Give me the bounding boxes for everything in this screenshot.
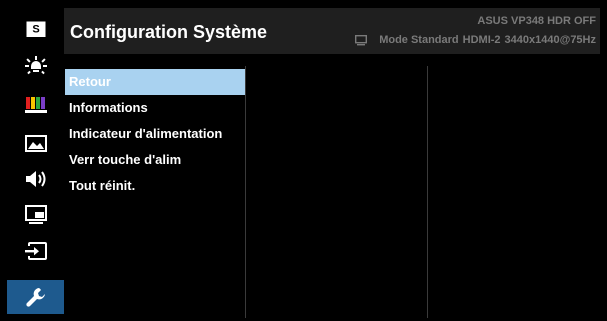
sidebar-item-pip[interactable] <box>7 198 64 232</box>
svg-text:S: S <box>32 23 39 35</box>
s-badge-icon: S <box>26 21 45 37</box>
speaker-icon <box>25 171 45 187</box>
column-divider <box>245 66 246 318</box>
status-line: Mode Standard HDMI-2 3440x1440@75Hz <box>355 34 596 46</box>
model-label: ASUS VP348 HDR OFF <box>477 15 596 27</box>
sidebar-item-blue-light[interactable] <box>7 50 64 84</box>
mode-label: Mode Standard <box>379 34 459 46</box>
wrench-icon <box>25 288 45 307</box>
menu-item-power-key-lock[interactable]: Verr touche d'alim <box>65 147 245 173</box>
osd-header: Configuration Système ASUS VP348 HDR OFF… <box>64 8 600 54</box>
sidebar-item-input[interactable] <box>7 234 64 268</box>
menu-item-reset-all[interactable]: Tout réinit. <box>65 173 245 199</box>
column-divider <box>427 66 428 318</box>
submenu-list: Retour Informations Indicateur d'aliment… <box>65 69 245 199</box>
sidebar-item-system-setup[interactable] <box>7 280 64 314</box>
input-label: HDMI-2 <box>462 34 501 46</box>
menu-item-retour[interactable]: Retour <box>65 69 245 95</box>
pip-icon <box>24 205 47 224</box>
brightness-icon <box>24 56 47 75</box>
osd-window: S Configuration Système ASUS VP348 HDR O… <box>0 0 607 321</box>
image-icon <box>24 134 47 152</box>
sidebar-item-image[interactable] <box>7 126 64 160</box>
resolution-label: 3440x1440@75Hz <box>504 34 596 46</box>
page-title: Configuration Système <box>70 22 268 42</box>
sidebar-item-sound[interactable] <box>7 162 64 196</box>
input-icon <box>24 242 47 260</box>
monitor-icon <box>355 34 368 45</box>
color-bars-icon <box>24 97 47 113</box>
menu-content: Retour Informations Indicateur d'aliment… <box>64 54 600 321</box>
menu-item-power-indicator[interactable]: Indicateur d'alimentation <box>65 121 245 147</box>
sidebar-item-color[interactable] <box>7 88 64 122</box>
menu-item-informations[interactable]: Informations <box>65 95 245 121</box>
category-sidebar: S <box>7 8 64 314</box>
sidebar-item-splendid[interactable]: S <box>7 12 64 46</box>
